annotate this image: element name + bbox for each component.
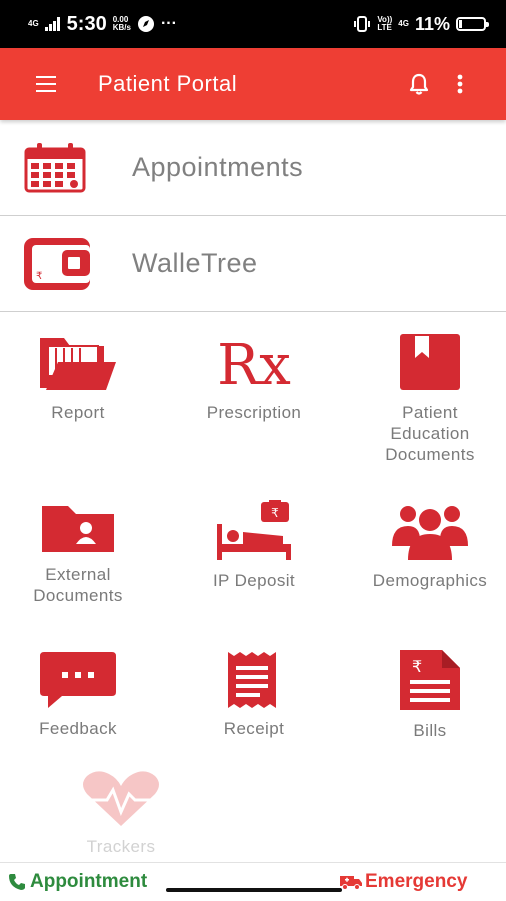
- heart-pulse-icon: [83, 771, 159, 826]
- vibrate-icon: [354, 16, 371, 32]
- signal-icon: [44, 17, 60, 31]
- feedback-tile[interactable]: Feedback: [0, 650, 162, 739]
- network2-indicator: 4G: [398, 19, 409, 28]
- ip-deposit-label: IP Deposit: [212, 571, 296, 590]
- demographics-label: Demographics: [372, 571, 488, 590]
- emergency-link-label: Emergency: [365, 871, 468, 892]
- folder-report-icon: [40, 338, 116, 390]
- more-notifications: ···: [160, 15, 177, 32]
- bill-icon: ₹: [400, 650, 460, 710]
- report-tile[interactable]: Report: [0, 332, 162, 423]
- battery-icon: [456, 17, 489, 31]
- report-label: Report: [51, 403, 105, 422]
- receipt-icon: [228, 652, 276, 708]
- app-bar: Patient Portal: [0, 48, 506, 120]
- external-documents-label: External Documents: [33, 565, 123, 605]
- ip-deposit-tile[interactable]: ₹ IP Deposit: [170, 500, 338, 591]
- trackers-tile[interactable]: Trackers: [37, 770, 205, 857]
- appointments-label: Appointments: [132, 152, 304, 182]
- bed-deposit-icon: ₹: [217, 500, 291, 560]
- group-icon: [392, 506, 468, 560]
- bills-tile[interactable]: ₹ Bills: [346, 650, 506, 741]
- speed-indicator: 0.00 KB/s: [112, 15, 131, 32]
- bottom-bar: Appointment Emergency: [0, 862, 506, 901]
- page-title: Patient Portal: [98, 71, 238, 96]
- walletree-label: WalleTree: [132, 248, 258, 278]
- receipt-tile[interactable]: Receipt: [170, 650, 338, 739]
- chat-icon: [40, 652, 116, 708]
- feedback-label: Feedback: [39, 719, 117, 738]
- prescription-tile[interactable]: Rx Prescription: [170, 332, 338, 423]
- patient-education-tile[interactable]: Patient Education Documents: [346, 332, 506, 465]
- appointment-link[interactable]: Appointment: [8, 871, 147, 893]
- hamburger-icon[interactable]: [36, 76, 56, 92]
- trackers-label: Trackers: [86, 837, 156, 856]
- network-indicator: 4G: [28, 19, 39, 28]
- ambulance-icon: [340, 876, 362, 890]
- patient-education-label: Patient Education Documents: [385, 403, 475, 464]
- svg-text:₹: ₹: [271, 506, 279, 520]
- emergency-link[interactable]: Emergency: [340, 871, 467, 893]
- bills-label: Bills: [413, 721, 447, 740]
- volte-indicator: Vo)) LTE: [377, 15, 393, 32]
- bookmark-book-icon: [400, 334, 460, 390]
- folder-user-icon: [42, 506, 114, 552]
- battery-percent: 11%: [414, 13, 450, 34]
- wallet-icon: ₹: [24, 237, 90, 290]
- demographics-tile[interactable]: Demographics: [346, 500, 506, 591]
- external-documents-tile[interactable]: External Documents: [0, 500, 162, 606]
- svg-text:Rx: Rx: [217, 333, 291, 394]
- status-bar: 4G 5:30 0.00 KB/s ··· Vo)) LTE 4G 11%: [0, 0, 506, 48]
- more-vertical-icon[interactable]: [455, 72, 465, 96]
- prescription-label: Prescription: [206, 403, 302, 422]
- rx-icon: Rx: [217, 333, 291, 394]
- bell-icon[interactable]: [408, 72, 430, 96]
- home-indicator[interactable]: [166, 888, 342, 892]
- walletree-row[interactable]: ₹ WalleTree: [0, 216, 506, 312]
- appointments-row[interactable]: Appointments: [0, 120, 506, 216]
- compass-icon: [137, 16, 154, 32]
- svg-text:₹: ₹: [412, 657, 422, 676]
- svg-text:₹: ₹: [36, 271, 42, 282]
- appointment-link-label: Appointment: [30, 871, 148, 892]
- calendar-icon: [24, 142, 86, 192]
- clock: 5:30: [66, 12, 107, 35]
- receipt-label: Receipt: [223, 719, 285, 738]
- battery-level: [459, 20, 462, 28]
- phone-icon: [9, 874, 25, 890]
